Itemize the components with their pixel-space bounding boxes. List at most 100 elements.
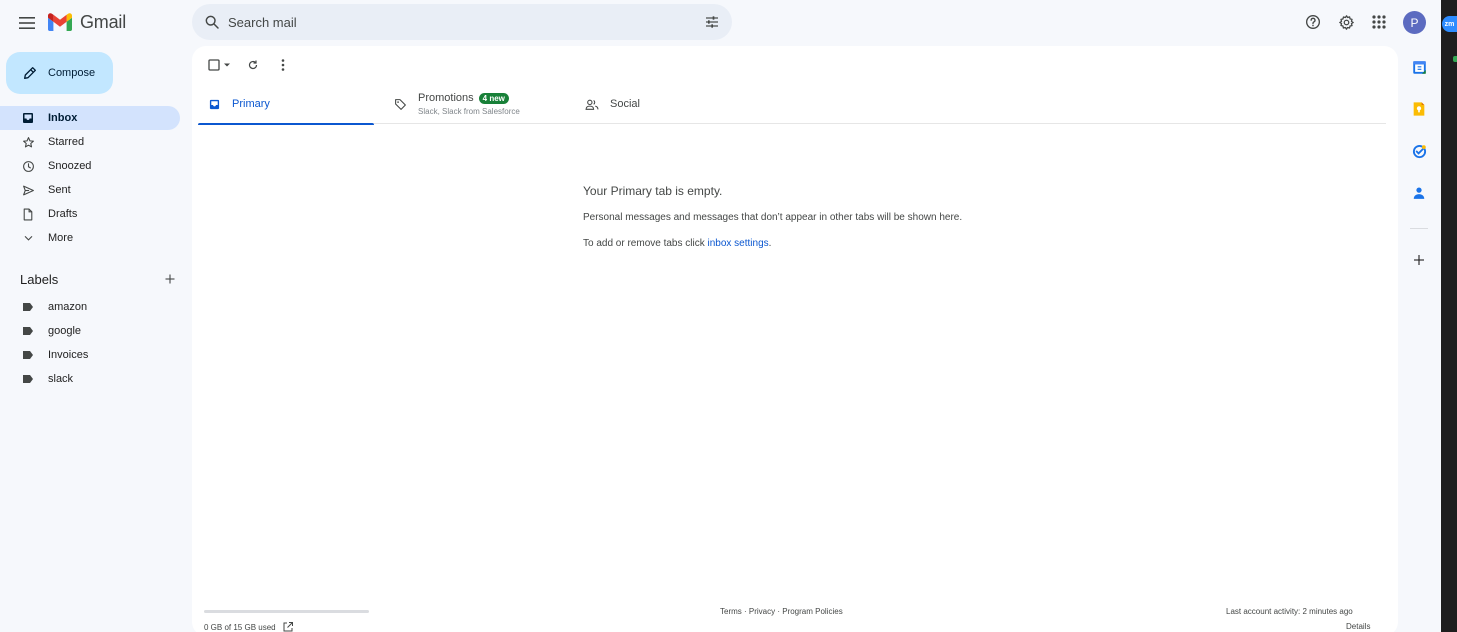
tab-label: Social (610, 98, 640, 110)
clock-icon (22, 160, 34, 172)
plus-icon (1414, 255, 1424, 265)
nav-item-sent[interactable]: Sent (0, 178, 180, 202)
nav-item-drafts[interactable]: Drafts (0, 202, 180, 226)
program-policies-link[interactable]: Program Policies (782, 607, 842, 616)
nav-item-label: Starred (48, 136, 85, 148)
nav-item-inbox[interactable]: Inbox (0, 106, 180, 130)
settings-hint-suffix: . (768, 238, 772, 249)
chevron-down-icon (24, 235, 32, 241)
storage-usage-text: 0 GB of 15 GB used (204, 622, 276, 632)
checkbox-icon (207, 59, 220, 71)
labels-title: Labels (20, 271, 59, 287)
calendar-icon (1412, 60, 1426, 74)
account-avatar[interactable]: P (1403, 11, 1426, 34)
send-icon (22, 185, 34, 195)
details-link[interactable]: Details (1346, 622, 1370, 631)
caret-down-icon (223, 63, 230, 67)
search-icon[interactable] (204, 14, 220, 30)
empty-message: Personal messages and messages that don’… (583, 212, 963, 223)
label-item-name: google (48, 325, 82, 337)
terms-link[interactable]: Terms (720, 607, 742, 616)
tasks-icon (1412, 144, 1426, 158)
label-item-name: Invoices (48, 349, 89, 361)
inbox-icon (209, 99, 219, 109)
contacts-app-button[interactable] (1409, 183, 1429, 203)
draft-icon (23, 208, 33, 220)
keep-icon (1413, 102, 1425, 116)
star-icon (22, 136, 34, 147)
nav-item-starred[interactable]: Starred (0, 130, 180, 154)
gmail-m-icon (48, 13, 72, 31)
label-item-name: amazon (48, 301, 88, 313)
label-tag-icon (23, 303, 33, 311)
settings-hint-prefix: To add or remove tabs click (583, 238, 708, 249)
footer-links: Terms · Privacy · Program Policies (720, 607, 843, 616)
nav-item-label: More (48, 232, 74, 244)
help-icon (1306, 15, 1320, 29)
gear-icon (1338, 14, 1354, 30)
label-tag-icon (23, 327, 33, 335)
pencil-icon (24, 67, 36, 79)
compose-label: Compose (48, 67, 96, 79)
nav-item-label: Snoozed (48, 160, 92, 172)
empty-heading: Your Primary tab is empty. (583, 184, 723, 198)
inbox-settings-link[interactable]: inbox settings (708, 238, 769, 249)
mail-toolbar (204, 54, 294, 76)
support-button[interactable] (1301, 10, 1325, 34)
label-tag-icon (23, 375, 33, 383)
calendar-app-button[interactable] (1409, 57, 1429, 77)
refresh-button[interactable] (242, 54, 264, 76)
empty-state: Your Primary tab is empty. Personal mess… (583, 184, 962, 249)
tab-primary[interactable]: Primary (198, 84, 374, 125)
last-account-activity: Last account activity: 2 minutes ago (1226, 607, 1353, 616)
new-count-badge: 4 new (478, 92, 509, 104)
add-label-icon[interactable] (164, 273, 176, 285)
gmail-logo[interactable]: Gmail (48, 11, 126, 33)
tab-promotions[interactable]: Promotions 4 new Slack, Slack from Sales… (374, 84, 564, 124)
label-item-name: slack (48, 373, 74, 385)
labels-header: Labels (20, 270, 176, 288)
label-item-invoices[interactable]: Invoices (0, 343, 180, 367)
tab-social[interactable]: Social (564, 84, 752, 124)
storage-usage: 0 GB of 15 GB used (204, 621, 294, 632)
search-input[interactable] (228, 14, 704, 30)
status-indicator (1453, 56, 1457, 62)
nav-item-more[interactable]: More (0, 226, 180, 250)
tasks-app-button[interactable] (1409, 141, 1429, 161)
nav-item-snoozed[interactable]: Snoozed (0, 154, 180, 178)
label-item-amazon[interactable]: amazon (0, 295, 180, 319)
nav-item-label: Drafts (48, 208, 78, 220)
compose-button[interactable]: Compose (6, 52, 113, 94)
label-item-google[interactable]: google (0, 319, 180, 343)
refresh-icon (248, 60, 258, 70)
tab-label: Promotions (418, 92, 474, 104)
privacy-link[interactable]: Privacy (749, 607, 775, 616)
tab-label: Primary (232, 98, 270, 110)
more-actions-button[interactable] (272, 54, 294, 76)
mail-navigation: Inbox Starred Snoozed Sent Drafts More (0, 106, 180, 250)
apps-grid-icon (1372, 15, 1386, 29)
tag-icon (394, 98, 406, 110)
open-in-new-icon[interactable] (282, 621, 294, 632)
label-item-slack[interactable]: slack (0, 367, 180, 391)
tab-subtitle: Slack, Slack from Salesforce (418, 107, 520, 116)
apps-button[interactable] (1367, 10, 1391, 34)
side-panel-divider (1410, 228, 1428, 229)
nav-item-label: Sent (48, 184, 71, 196)
adjacent-window-strip (1441, 0, 1457, 632)
empty-settings-hint: To add or remove tabs click inbox settin… (583, 238, 962, 249)
label-tag-icon (23, 351, 33, 359)
zoom-app-badge[interactable]: zm (1442, 16, 1457, 32)
settings-button[interactable] (1334, 10, 1358, 34)
search-bar[interactable] (192, 4, 732, 40)
select-checkbox[interactable] (204, 54, 234, 76)
main-menu-button[interactable] (14, 10, 40, 36)
nav-item-label: Inbox (48, 112, 78, 124)
app-name: Gmail (80, 11, 127, 32)
storage-meter (204, 610, 369, 613)
get-addons-button[interactable] (1409, 250, 1429, 270)
keep-app-button[interactable] (1409, 99, 1429, 119)
category-tabs: Primary Promotions 4 new Slack, Slack fr… (198, 84, 1386, 125)
labels-list: amazon google Invoices slack (0, 295, 180, 391)
search-options-icon[interactable] (704, 14, 720, 30)
